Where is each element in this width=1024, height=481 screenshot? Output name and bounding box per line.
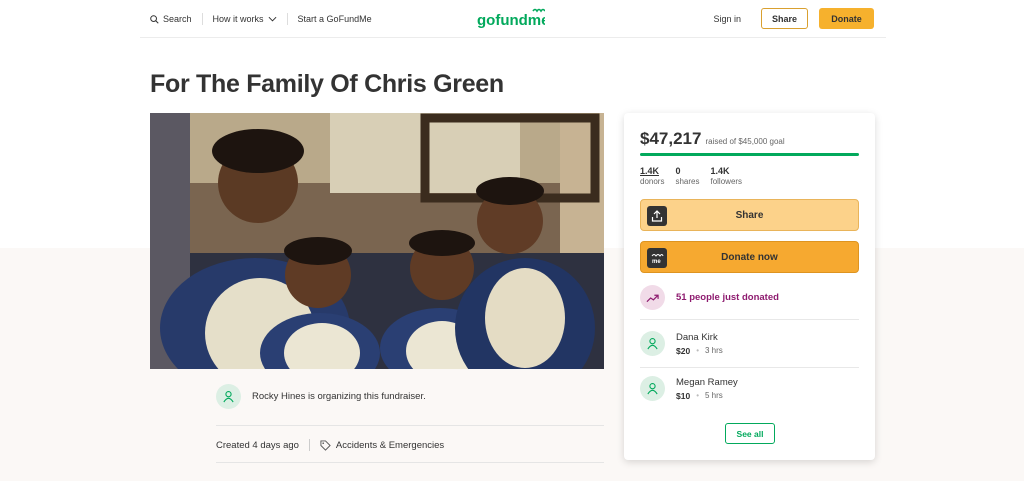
nav-divider [201, 13, 203, 25]
recent-donations-row: 51 people just donated [640, 285, 779, 310]
stat-label: shares [675, 177, 700, 186]
sign-in-link[interactable]: Sign in [713, 14, 741, 24]
search-label: Search [163, 14, 192, 24]
recent-donations-text: 51 people just donated [676, 292, 779, 303]
donor-details: $10 • 5 hrs [676, 391, 738, 401]
stat-donors[interactable]: 1.4K donors [640, 166, 664, 186]
logo-sprout-icon: gofundme [477, 8, 545, 29]
dot-separator: • [696, 391, 699, 400]
nav-right: Sign in Share Donate [713, 8, 874, 29]
nav-left: Search How it works Start a GoFundMe [150, 13, 372, 25]
campaign-meta: Created 4 days ago Accidents & Emergenci… [216, 439, 444, 451]
donate-button-label: Donate now [721, 251, 778, 263]
user-icon [647, 338, 658, 350]
card-divider [640, 319, 859, 320]
stat-label: followers [710, 177, 743, 186]
nav-divider [286, 13, 288, 25]
meta-divider [308, 439, 310, 451]
donor-avatar [640, 331, 665, 356]
see-all-button[interactable]: See all [725, 423, 775, 444]
stat-value: 0 [675, 166, 681, 176]
share-icon [647, 206, 667, 226]
how-it-works-label: How it works [212, 14, 264, 24]
family-photo-illustration [150, 113, 604, 369]
created-text: Created 4 days ago [216, 439, 299, 451]
top-nav: Search How it works Start a GoFundMe gof… [140, 0, 886, 38]
organizer-text: Rocky Hines is organizing this fundraise… [252, 391, 426, 402]
donor-details: $20 • 3 hrs [676, 346, 723, 356]
progress-fill [640, 153, 859, 156]
donor-name: Dana Kirk [676, 331, 718, 343]
card-divider [640, 367, 859, 368]
stat-value: 1.4K [710, 166, 730, 176]
content-divider [216, 425, 604, 426]
donor-time: 3 hrs [705, 346, 723, 355]
start-label: Start a GoFundMe [297, 14, 372, 24]
donor-amount: $10 [676, 390, 691, 401]
donation-card: $47,217 raised of $45,000 goal 1.4K dono… [624, 113, 875, 460]
stat-value: 1.4K [640, 166, 660, 176]
stat-followers: 1.4K followers [710, 166, 742, 186]
search-link[interactable]: Search [150, 14, 192, 24]
tag-icon [320, 439, 331, 451]
organizer-row: Rocky Hines is organizing this fundraise… [216, 384, 426, 409]
donor-name: Megan Ramey [676, 376, 738, 388]
stat-shares: 0 shares [675, 166, 699, 186]
stats-row: 1.4K donors 0 shares 1.4K followers [640, 166, 742, 186]
donate-button-top[interactable]: Donate [819, 8, 874, 29]
chevron-down-icon [268, 16, 276, 22]
stat-label: donors [640, 177, 665, 186]
share-button-top[interactable]: Share [761, 8, 808, 29]
campaign-photo[interactable] [150, 113, 604, 369]
donor-amount: $20 [676, 345, 691, 356]
goal-text: raised of $45,000 goal [705, 137, 785, 146]
donate-now-button[interactable]: me Donate now [640, 241, 859, 273]
search-icon [150, 14, 159, 24]
organizer-avatar [216, 384, 241, 409]
category-link[interactable]: Accidents & Emergencies [336, 440, 444, 451]
svg-text:gofundme: gofundme [477, 12, 545, 29]
donor-item: Dana Kirk $20 • 3 hrs [640, 331, 723, 356]
svg-text:me: me [652, 259, 661, 264]
gofundme-me-icon: me [647, 248, 667, 268]
share-button[interactable]: Share [640, 199, 859, 231]
user-icon [223, 391, 234, 403]
dot-separator: • [696, 346, 699, 355]
raised-amount-row: $47,217 raised of $45,000 goal [640, 129, 785, 149]
gofundme-logo[interactable]: gofundme [477, 8, 545, 30]
raised-amount: $47,217 [640, 129, 702, 148]
trending-icon [640, 285, 665, 310]
donor-time: 5 hrs [705, 391, 723, 400]
start-gofundme-link[interactable]: Start a GoFundMe [298, 14, 372, 24]
donor-item: Megan Ramey $10 • 5 hrs [640, 376, 738, 401]
share-button-label: Share [735, 209, 764, 221]
how-it-works-menu[interactable]: How it works [213, 14, 277, 24]
content-divider [216, 462, 604, 463]
page-title: For The Family Of Chris Green [150, 70, 504, 98]
user-icon [647, 383, 658, 395]
progress-bar [640, 153, 859, 156]
donor-avatar [640, 376, 665, 401]
